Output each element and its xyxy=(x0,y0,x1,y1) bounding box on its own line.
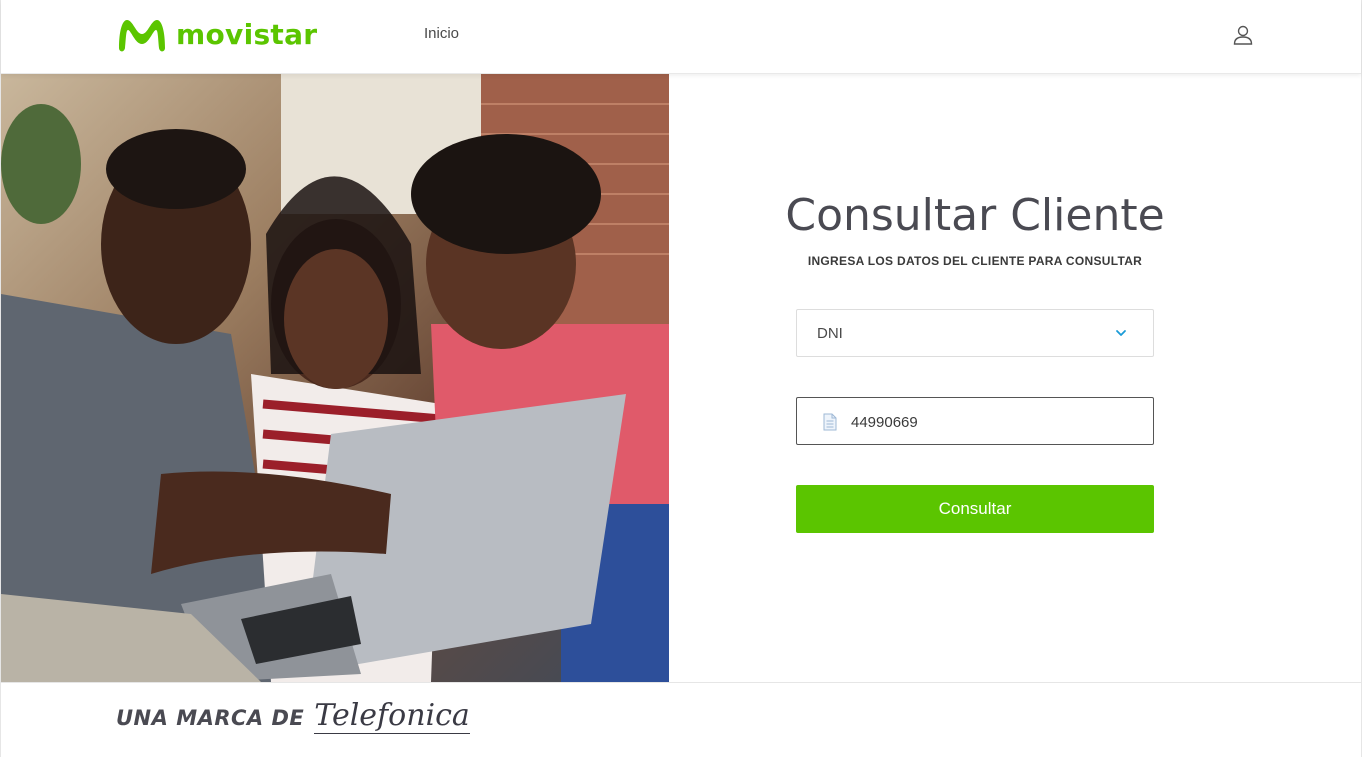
telefonica-brand-logo: UNA MARCA DE Telefonica xyxy=(116,701,470,734)
user-icon[interactable] xyxy=(1231,23,1255,47)
top-header: movistar Inicio xyxy=(1,0,1361,74)
hero-photo xyxy=(1,74,669,682)
page-subtitle: INGRESA LOS DATOS DEL CLIENTE PARA CONSU… xyxy=(807,254,1143,268)
document-number-field[interactable] xyxy=(796,397,1154,445)
document-type-select[interactable]: DNI xyxy=(796,309,1154,357)
page: movistar Inicio Consultar Cliente INGRES… xyxy=(0,0,1362,757)
movistar-m-icon xyxy=(119,20,165,52)
page-title: Consultar Cliente xyxy=(785,190,1165,241)
nav-inicio-link[interactable]: Inicio xyxy=(424,25,459,42)
consultar-button[interactable]: Consultar xyxy=(796,485,1154,533)
family-with-laptop-illustration xyxy=(1,74,669,682)
logo-text: movistar xyxy=(176,17,318,51)
document-number-input[interactable] xyxy=(851,411,1141,433)
brand-prefix: UNA MARCA DE xyxy=(116,706,305,730)
chevron-down-icon xyxy=(1116,330,1126,336)
document-icon xyxy=(823,413,837,431)
consult-form-panel: Consultar Cliente INGRESA LOS DATOS DEL … xyxy=(669,74,1362,682)
document-type-value: DNI xyxy=(817,325,843,342)
brand-name: Telefonica xyxy=(314,698,470,734)
footer: UNA MARCA DE Telefonica xyxy=(1,682,1361,757)
movistar-logo[interactable]: movistar xyxy=(116,14,317,54)
